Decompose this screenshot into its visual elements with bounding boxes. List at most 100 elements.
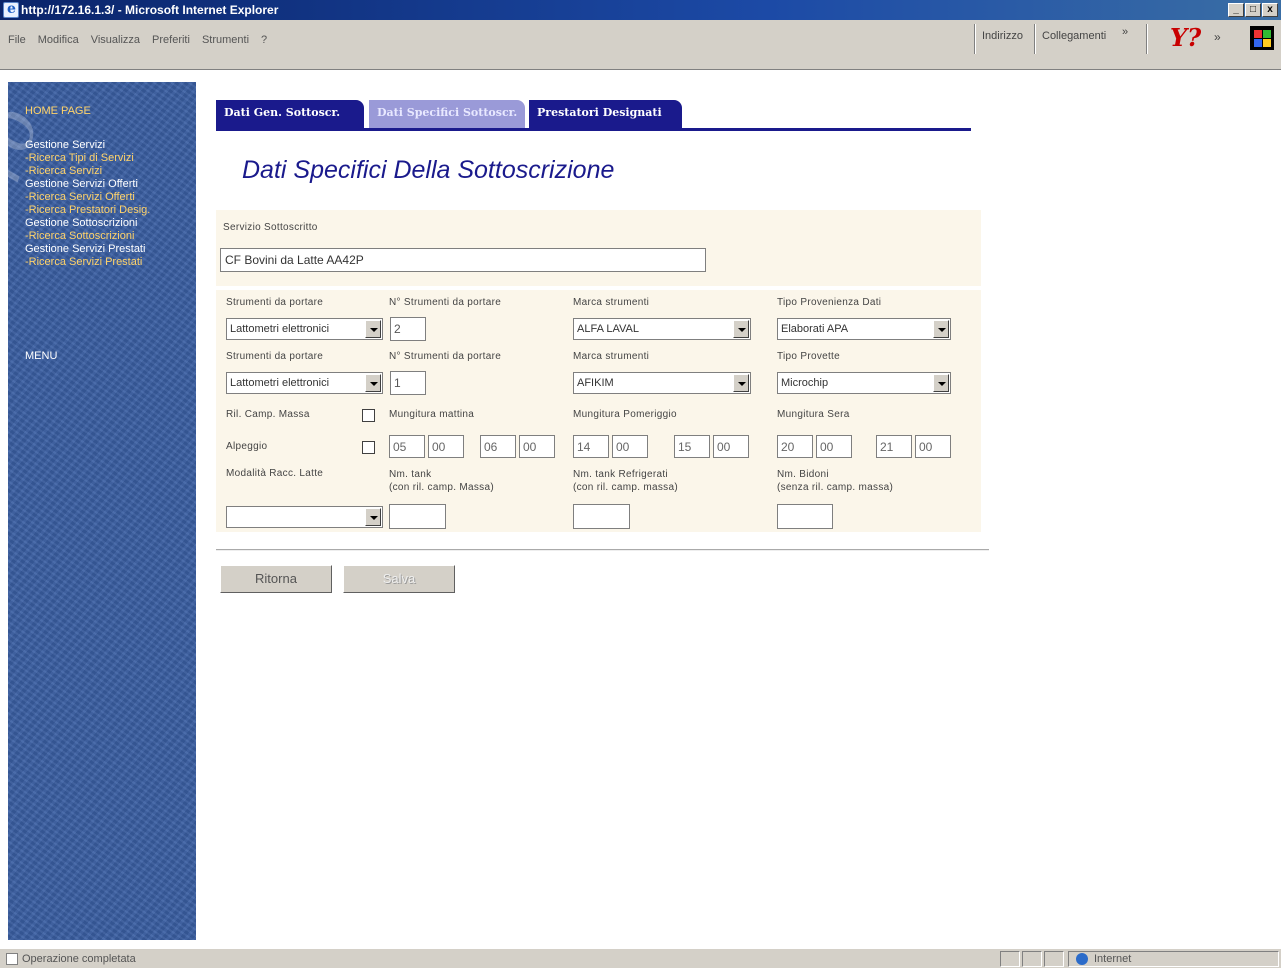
marca-select-1-value: ALFA LAVAL [577, 323, 639, 335]
sidebar-item-ricerca-sottoscrizioni[interactable]: -Ricerca Sottoscrizioni [25, 230, 150, 243]
pomeriggio-fine-min[interactable]: 00 [713, 435, 749, 458]
mattina-fine-min[interactable]: 00 [519, 435, 555, 458]
toolbar-separator [1146, 24, 1148, 54]
nm-bidoni-label: Nm. Bidoni (senza ril. camp. massa) [777, 468, 893, 494]
menu-list: File Modifica Visualizza Preferiti Strum… [8, 20, 279, 60]
chevron-down-icon[interactable] [733, 374, 749, 392]
logo-blue [1254, 39, 1262, 47]
chevron-down-icon[interactable] [933, 374, 949, 392]
links-chevron-icon[interactable]: » [1122, 26, 1128, 38]
maximize-button[interactable]: □ [1245, 3, 1261, 17]
nm-tank-label-line2: (con ril. camp. Massa) [389, 482, 494, 493]
servizio-field[interactable]: CF Bovini da Latte AA42P [220, 248, 706, 272]
alpeggio-checkbox[interactable] [362, 441, 375, 454]
ril-camp-checkbox[interactable] [362, 409, 375, 422]
nm-tank-refr-label-line2: (con ril. camp. massa) [573, 482, 678, 493]
sidebar-item-ricerca-servizi-prestati[interactable]: -Ricerca Servizi Prestati [25, 256, 150, 269]
n-strumenti-input-1[interactable]: 2 [390, 317, 426, 341]
pomeriggio-fine-ore[interactable]: 15 [674, 435, 710, 458]
links-label[interactable]: Collegamenti [1042, 30, 1106, 42]
sera-fine-ore[interactable]: 21 [876, 435, 912, 458]
salva-button[interactable]: Salva [343, 565, 455, 593]
strumenti-select-2[interactable]: Lattometri elettronici [226, 372, 383, 394]
toolbar-separator [1034, 24, 1036, 54]
pomeriggio-inizio-min[interactable]: 00 [612, 435, 648, 458]
marca-select-2[interactable]: AFIKIM [573, 372, 751, 394]
menu-help[interactable]: ? [261, 34, 267, 46]
menu-bar: File Modifica Visualizza Preferiti Strum… [0, 20, 1281, 70]
marca-label-2: Marca strumenti [573, 351, 650, 362]
logo-green [1263, 30, 1271, 38]
ritorna-button[interactable]: Ritorna [220, 565, 332, 593]
home-page-link[interactable]: HOME PAGE [25, 105, 91, 117]
chevron-down-icon[interactable] [365, 508, 381, 526]
chevron-down-icon[interactable] [733, 320, 749, 338]
status-cell [1000, 951, 1020, 967]
mattina-fine-ore[interactable]: 06 [480, 435, 516, 458]
windows-logo-icon [1250, 26, 1274, 50]
nm-bidoni-label-line2: (senza ril. camp. massa) [777, 482, 894, 493]
nm-tank-input[interactable] [389, 504, 446, 529]
address-label[interactable]: Indirizzo [982, 30, 1023, 42]
tipo-provette-label: Tipo Provette [777, 351, 841, 362]
dettagli-panel: Strumenti da portare N° Strumenti da por… [216, 290, 981, 532]
menu-link[interactable]: MENU [25, 350, 57, 362]
n-strumenti-label-2: N° Strumenti da portare [389, 351, 502, 362]
tipo-provette-value: Microchip [781, 377, 829, 389]
marca-select-2-value: AFIKIM [577, 377, 614, 389]
modalita-select[interactable] [226, 506, 383, 528]
marca-label-1: Marca strumenti [573, 297, 650, 308]
sidebar-item-gestione-servizi[interactable]: Gestione Servizi [25, 139, 150, 152]
sidebar-item-gestione-servizi-prestati[interactable]: Gestione Servizi Prestati [25, 243, 150, 256]
tab-dati-specifici[interactable]: Dati Specifici Sottoscr. [369, 100, 525, 128]
tab-prestatori-designati[interactable]: Prestatori Designati [529, 100, 682, 128]
ril-camp-label: Ril. Camp. Massa [226, 409, 310, 420]
chevron-down-icon[interactable] [365, 374, 381, 392]
sera-inizio-ore[interactable]: 20 [777, 435, 813, 458]
sidebar-watermark: Puma Pro [8, 97, 55, 442]
nm-bidoni-label-line1: Nm. Bidoni [777, 469, 829, 480]
tipo-provenienza-select[interactable]: Elaborati APA [777, 318, 951, 340]
sidebar-item-ricerca-servizi-offerti[interactable]: -Ricerca Servizi Offerti [25, 191, 150, 204]
window-title-bar[interactable]: http://172.16.1.3/ - Microsoft Internet … [0, 0, 1281, 20]
status-cell [1044, 951, 1064, 967]
sidebar-item-ricerca-prestatori[interactable]: -Ricerca Prestatori Desig. [25, 204, 150, 217]
logo-red [1254, 30, 1262, 38]
modalita-label: Modalità Racc. Latte [226, 468, 324, 479]
mattina-inizio-ore[interactable]: 05 [389, 435, 425, 458]
chevron-down-icon[interactable] [365, 320, 381, 338]
nm-bidoni-input[interactable] [777, 504, 833, 529]
pomeriggio-inizio-ore[interactable]: 14 [573, 435, 609, 458]
ie-logo-icon [3, 1, 19, 18]
menu-preferiti[interactable]: Preferiti [152, 34, 190, 46]
sidebar-item-gestione-servizi-offerti[interactable]: Gestione Servizi Offerti [25, 178, 150, 191]
strumenti-select-1[interactable]: Lattometri elettronici [226, 318, 383, 340]
menu-file[interactable]: File [8, 34, 26, 46]
sera-fine-min[interactable]: 00 [915, 435, 951, 458]
nm-tank-refr-input[interactable] [573, 504, 630, 529]
tab-dati-generali[interactable]: Dati Gen. Sottoscr. [216, 100, 364, 128]
divider [216, 549, 989, 551]
toolbar-chevron-icon[interactable]: » [1214, 30, 1221, 44]
marca-select-1[interactable]: ALFA LAVAL [573, 318, 751, 340]
nm-tank-refr-label-line1: Nm. tank Refrigerati [573, 469, 668, 480]
sidebar-item-ricerca-tipi-servizi[interactable]: -Ricerca Tipi di Servizi [25, 152, 150, 165]
yahoo-logo-icon[interactable]: Y? [1170, 23, 1201, 52]
tipo-provette-select[interactable]: Microchip [777, 372, 951, 394]
page-title: Dati Specifici Della Sottoscrizione [242, 156, 615, 184]
close-button[interactable]: x [1262, 3, 1278, 17]
minimize-button[interactable]: _ [1228, 3, 1244, 17]
menu-strumenti[interactable]: Strumenti [202, 34, 249, 46]
tab-underline [216, 128, 971, 131]
sidebar-item-ricerca-servizi[interactable]: -Ricerca Servizi [25, 165, 150, 178]
menu-modifica[interactable]: Modifica [38, 34, 79, 46]
sidebar-item-gestione-sottoscrizioni[interactable]: Gestione Sottoscrizioni [25, 217, 150, 230]
menu-visualizza[interactable]: Visualizza [91, 34, 140, 46]
mattina-inizio-min[interactable]: 00 [428, 435, 464, 458]
n-strumenti-input-2[interactable]: 1 [390, 371, 426, 395]
pomeriggio-label: Mungitura Pomeriggio [573, 409, 677, 420]
globe-icon [1076, 953, 1088, 965]
chevron-down-icon[interactable] [933, 320, 949, 338]
page-icon [6, 953, 18, 965]
sera-inizio-min[interactable]: 00 [816, 435, 852, 458]
